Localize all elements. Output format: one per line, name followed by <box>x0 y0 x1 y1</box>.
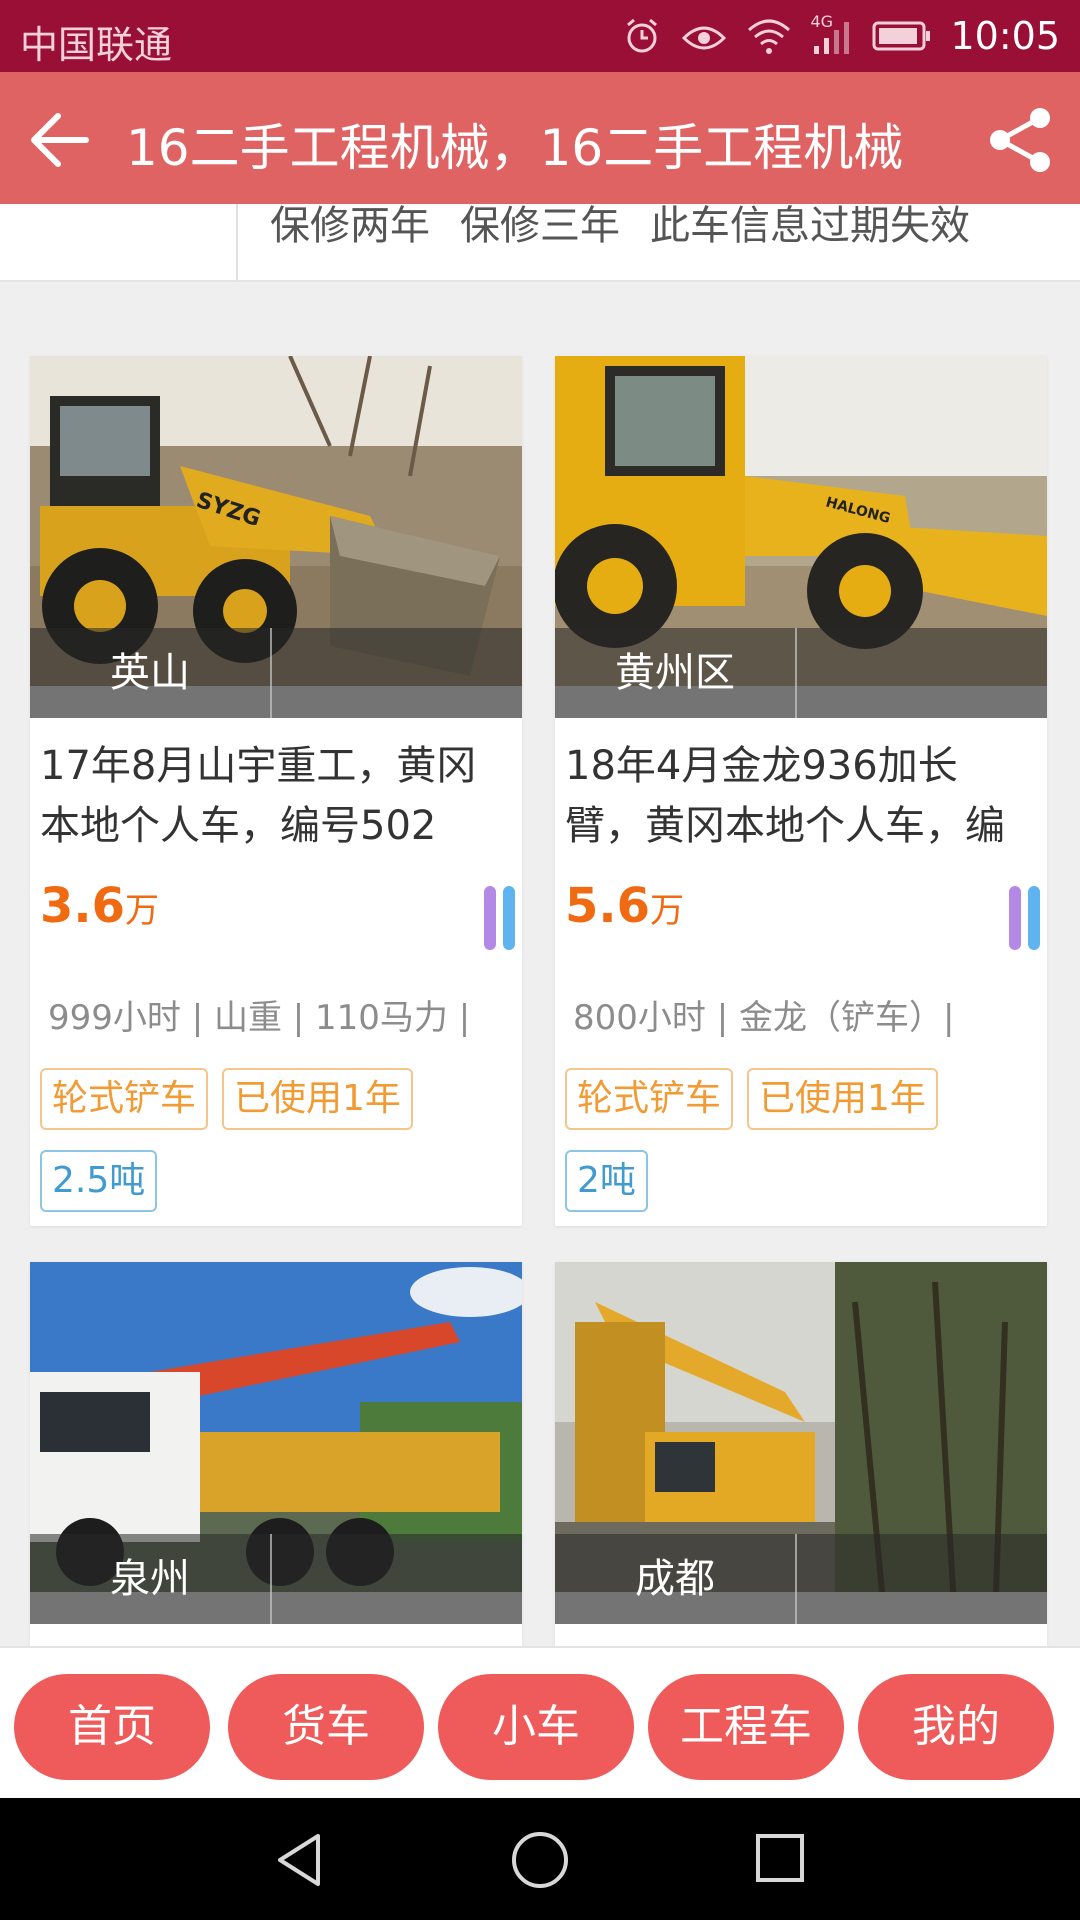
tonnage-tag: 2.5吨 <box>40 1150 158 1212</box>
home-circle-icon[interactable] <box>508 1830 572 1894</box>
wifi-icon <box>748 19 791 54</box>
filter-option[interactable]: 保修三年 <box>460 204 620 248</box>
indicator-bar-purple <box>1009 886 1021 950</box>
nav-profile-button[interactable]: 我的 <box>858 1674 1054 1780</box>
listing-photo: SYZG 英山 <box>30 356 522 718</box>
filter-divider <box>236 204 238 282</box>
back-triangle-icon[interactable] <box>270 1830 330 1890</box>
filter-option[interactable]: 此车信息过期失效 <box>650 204 970 248</box>
listing-photo: 成都 <box>555 1262 1047 1624</box>
price-value: 3.6 <box>40 878 126 934</box>
nav-truck-button[interactable]: 货车 <box>228 1674 424 1780</box>
usage-tag: 已使用1年 <box>747 1068 938 1130</box>
filter-option[interactable]: 保修两年 <box>270 204 430 248</box>
listing-price: 5.6万 <box>565 878 684 934</box>
price-unit: 万 <box>125 891 160 931</box>
filter-options: 保修两年 保修三年 此车信息过期失效 <box>270 204 970 248</box>
status-icons: 4G 10:05 <box>622 10 1060 62</box>
nav-home-button[interactable]: 首页 <box>14 1674 210 1780</box>
listing-card[interactable]: HALONG 黄州区 18年4月金龙936加长臂，黄冈本地个人车，编 5.6万 … <box>555 356 1047 1226</box>
location-band: 成都 <box>555 1534 1047 1624</box>
system-nav-bar <box>0 1798 1080 1920</box>
carrier-name: 中国联通 <box>20 23 173 67</box>
location-band: 英山 <box>30 628 522 718</box>
listing-title: 18年4月金龙936加长臂，黄冈本地个人车，编 <box>565 743 1005 849</box>
signal-icon: 4G <box>810 12 854 56</box>
filter-strip: 保修两年 保修三年 此车信息过期失效 <box>0 204 1080 282</box>
location-label: 黄州区 <box>615 650 735 696</box>
app-header: 16二手工程机械，16二手工程机械 <box>0 72 1080 204</box>
listing-title: 17年8月山宇重工，黄冈本地个人车，编号502 <box>40 743 477 849</box>
status-bar: 中国联通 4G 10:05 <box>0 0 1080 72</box>
price-unit: 万 <box>650 891 685 931</box>
alarm-icon <box>627 18 658 53</box>
listing-card[interactable]: SYZG 英山 17年8月山宇重工，黄冈本地个人车，编号502 3.6万 999… <box>30 356 522 1226</box>
category-tag: 轮式铲车 <box>40 1068 209 1130</box>
indicator-bar-blue <box>503 886 515 950</box>
page-title: 16二手工程机械，16二手工程机械 <box>126 119 904 177</box>
listing-card[interactable]: 成都 <box>555 1262 1047 1646</box>
listing-card[interactable]: 泉州 <box>30 1262 522 1646</box>
listing-photo: 泉州 <box>30 1262 522 1624</box>
category-tag: 轮式铲车 <box>565 1068 734 1130</box>
tonnage-tag: 2吨 <box>565 1150 648 1212</box>
listing-price: 3.6万 <box>40 878 159 934</box>
clock: 10:05 <box>950 14 1060 58</box>
indicator-bar-blue <box>1028 886 1040 950</box>
bottom-nav: 首页 货车 小车 工程车 我的 <box>0 1646 1080 1798</box>
location-band: 黄州区 <box>555 628 1047 718</box>
location-label: 成都 <box>635 1556 715 1602</box>
nav-car-button[interactable]: 小车 <box>438 1674 634 1780</box>
location-label: 泉州 <box>110 1556 190 1602</box>
back-arrow-icon[interactable] <box>24 102 100 178</box>
indicator-bar-purple <box>484 886 496 950</box>
battery-icon <box>872 21 931 51</box>
recents-square-icon[interactable] <box>752 1830 812 1890</box>
listing-photo: HALONG 黄州区 <box>555 356 1047 718</box>
listing-specs: 800小时 | 金龙（铲车）| <box>573 998 955 1038</box>
usage-tag: 已使用1年 <box>222 1068 413 1130</box>
eye-comfort-icon <box>682 26 727 50</box>
listing-specs: 999小时 | 山重 | 110马力 | <box>48 998 471 1038</box>
location-band: 泉州 <box>30 1534 522 1624</box>
price-value: 5.6 <box>565 878 651 934</box>
location-label: 英山 <box>110 650 190 696</box>
share-icon[interactable] <box>982 102 1058 178</box>
nav-construction-button[interactable]: 工程车 <box>648 1674 844 1780</box>
